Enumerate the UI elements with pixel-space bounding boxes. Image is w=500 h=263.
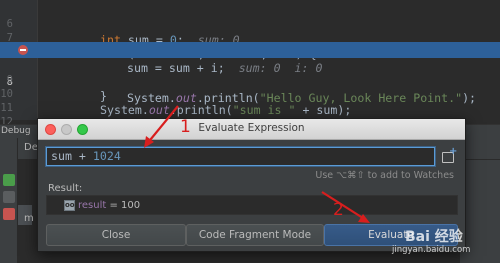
result-label: Result: [48,183,83,194]
variable-icon: oo [64,200,75,211]
resume-icon[interactable] [3,174,15,186]
evaluate-expression-dialog: Evaluate Expression sum + 1024 + Use ⌥⌘⇧… [37,118,466,252]
debug-side-toolbar [0,138,18,263]
expression-input[interactable]: sum + 1024 [46,147,435,166]
result-row[interactable]: result = 100 [78,198,140,213]
watermark-logo: Bai 经验 [405,229,463,245]
dialog-titlebar[interactable]: Evaluate Expression [38,119,465,140]
watermark-url: jingyan.baidu.com [392,245,471,255]
breakpoint-icon[interactable] [18,45,28,55]
debug-label: Debug [1,126,31,136]
annotation-step-2: 2 [333,200,344,220]
pause-icon[interactable] [3,191,15,203]
watches-hint: Use ⌥⌘⇧ to add to Watches [315,170,454,181]
frame-item[interactable]: m [24,213,34,224]
dialog-title: Evaluate Expression [198,122,305,134]
close-button[interactable]: Close [46,224,186,246]
code-fragment-mode-button[interactable]: Code Fragment Mode [186,224,324,246]
annotation-step-1: 1 [180,117,191,137]
result-tree[interactable]: oo result = 100 [46,195,458,215]
stop-icon[interactable] [3,208,15,220]
add-watch-icon[interactable]: + [440,147,458,165]
